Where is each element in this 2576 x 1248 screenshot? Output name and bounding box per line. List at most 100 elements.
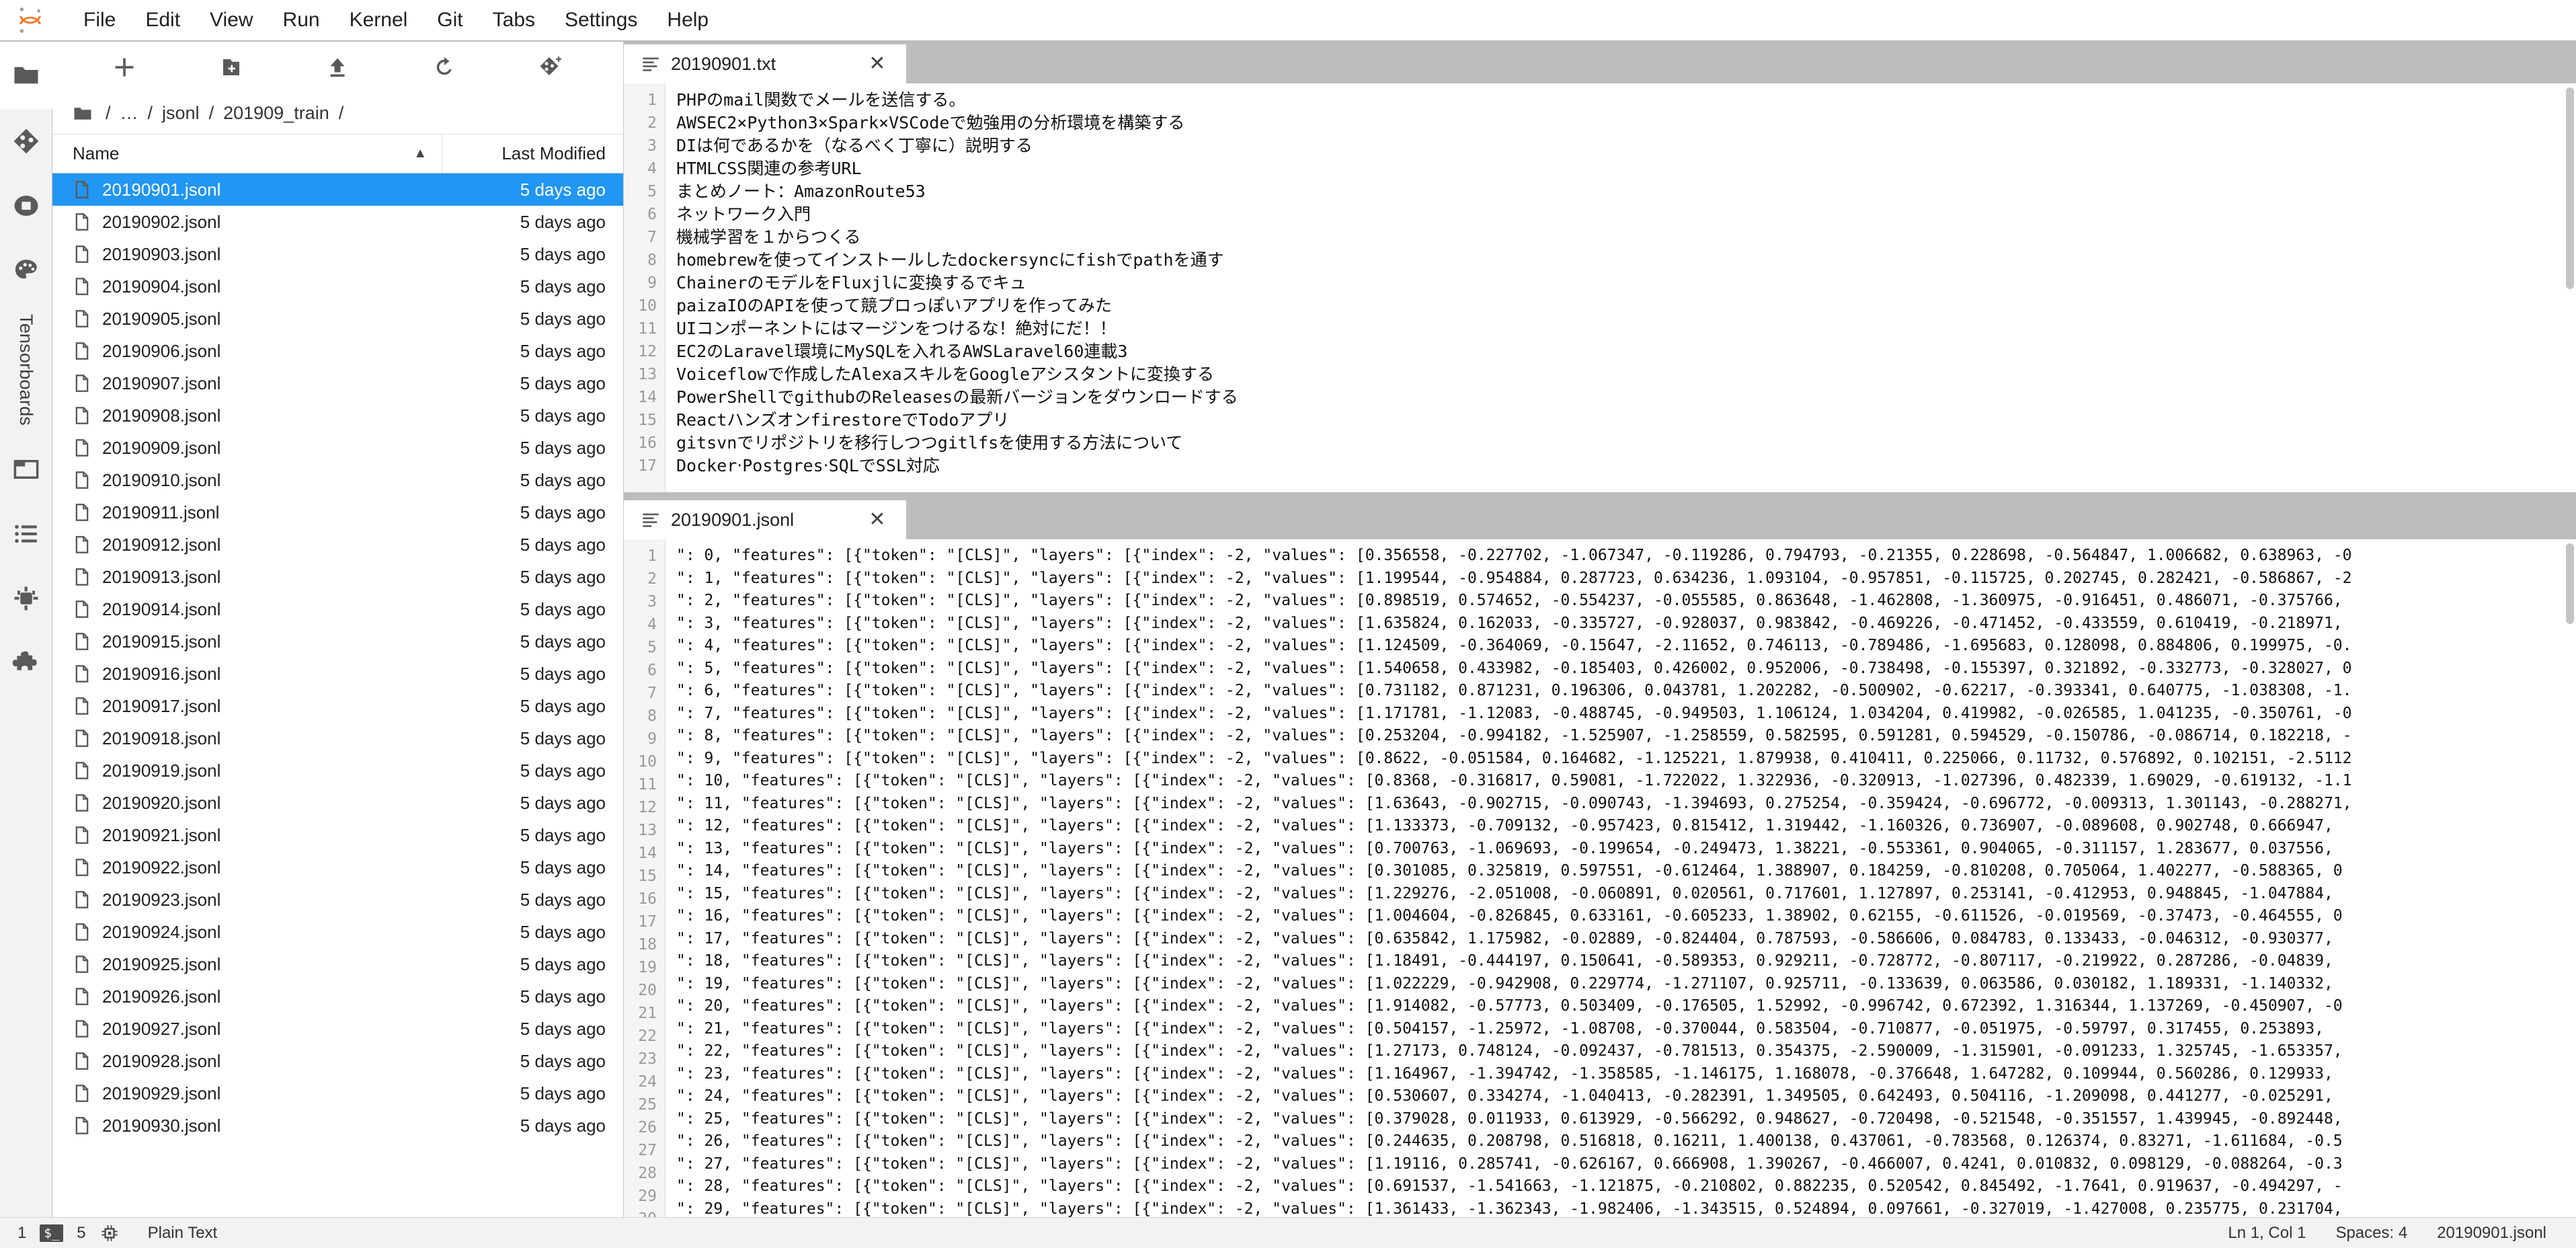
cursor-position[interactable]: Ln 1, Col 1 <box>2228 1224 2306 1243</box>
code-line[interactable]: 機械学習を１からつくる <box>676 226 2576 249</box>
code-line[interactable]: ": 16, "features": [{"token": "[CLS]", "… <box>676 905 2576 928</box>
refresh-button[interactable] <box>391 45 498 89</box>
code-line[interactable]: ": 15, "features": [{"token": "[CLS]", "… <box>676 883 2576 906</box>
code-line[interactable]: homebrewを使ってインストールしたdockersyncにfishでpath… <box>676 249 2576 272</box>
file-list-item[interactable]: 20190925.jsonl 5 days ago <box>52 948 623 980</box>
code-line[interactable]: ": 20, "features": [{"token": "[CLS]", "… <box>676 995 2576 1018</box>
code-content-jsonl[interactable]: ": 0, "features": [{"token": "[CLS]", "l… <box>666 539 2576 1217</box>
new-git-clone-button[interactable] <box>497 45 604 89</box>
file-list-item[interactable]: 20190901.jsonl 5 days ago <box>52 173 623 206</box>
scrollbar-thumb[interactable] <box>2566 87 2574 289</box>
new-launcher-button[interactable] <box>71 45 178 89</box>
menu-tabs[interactable]: Tabs <box>478 0 550 40</box>
pane-splitter[interactable] <box>624 492 2576 498</box>
code-line[interactable]: AWSEC2×Python3×Spark×VSCodeで勉強用の分析環境を構築す… <box>676 112 2576 134</box>
code-line[interactable]: HTMLCSS関連の参考URL <box>676 157 2576 180</box>
code-line[interactable]: ": 3, "features": [{"token": "[CLS]", "l… <box>676 613 2576 635</box>
file-list-item[interactable]: 20190910.jsonl 5 days ago <box>52 464 623 496</box>
code-line[interactable]: ReactハンズオンfirestoreでTodoアプリ <box>676 409 2576 432</box>
code-line[interactable]: ": 23, "features": [{"token": "[CLS]", "… <box>676 1063 2576 1086</box>
file-list-item[interactable]: 20190909.jsonl 5 days ago <box>52 432 623 464</box>
code-line[interactable]: まとめノート：AmazonRoute53 <box>676 180 2576 203</box>
code-line[interactable]: PowerShellでgithubのReleasesの最新バージョンをダウンロー… <box>676 386 2576 409</box>
code-line[interactable]: ": 12, "features": [{"token": "[CLS]", "… <box>676 815 2576 838</box>
menu-kernel[interactable]: Kernel <box>335 0 423 40</box>
vertical-scrollbar-top[interactable] <box>2564 83 2576 492</box>
file-list-item[interactable]: 20190926.jsonl 5 days ago <box>52 980 623 1013</box>
code-line[interactable]: ": 19, "features": [{"token": "[CLS]", "… <box>676 973 2576 996</box>
code-line[interactable]: paizaIOのAPIを使って競プロっぽいアプリを作ってみた <box>676 295 2576 317</box>
code-line[interactable]: ": 17, "features": [{"token": "[CLS]", "… <box>676 928 2576 951</box>
upload-button[interactable] <box>284 45 391 89</box>
sidebar-item-git[interactable] <box>0 109 52 173</box>
code-line[interactable]: ": 5, "features": [{"token": "[CLS]", "l… <box>676 658 2576 680</box>
code-line[interactable]: ": 1, "features": [{"token": "[CLS]", "l… <box>676 568 2576 590</box>
code-line[interactable]: DIは何であるかを（なるべく丁寧に）説明する <box>676 134 2576 157</box>
code-line[interactable]: ": 0, "features": [{"token": "[CLS]", "l… <box>676 545 2576 568</box>
file-list-item[interactable]: 20190917.jsonl 5 days ago <box>52 690 623 722</box>
file-list-item[interactable]: 20190903.jsonl 5 days ago <box>52 238 623 270</box>
file-list-item[interactable]: 20190923.jsonl 5 days ago <box>52 884 623 916</box>
code-line[interactable]: ": 14, "features": [{"token": "[CLS]", "… <box>676 860 2576 883</box>
file-list-item[interactable]: 20190930.jsonl 5 days ago <box>52 1109 623 1142</box>
terminal-icon[interactable]: $_ <box>40 1224 64 1242</box>
code-line[interactable]: ": 29, "features": [{"token": "[CLS]", "… <box>676 1198 2576 1218</box>
editor-mode[interactable]: Plain Text <box>148 1224 218 1243</box>
file-list-item[interactable]: 20190911.jsonl 5 days ago <box>52 496 623 529</box>
code-line[interactable]: ": 7, "features": [{"token": "[CLS]", "l… <box>676 703 2576 726</box>
code-line[interactable]: ": 18, "features": [{"token": "[CLS]", "… <box>676 950 2576 973</box>
code-line[interactable]: ": 24, "features": [{"token": "[CLS]", "… <box>676 1085 2576 1108</box>
text-editor-txt[interactable]: 1 2 3 4 5 6 7 8 9 10 11 12 13 14 15 16 17 PHPのmail関数でメール… <box>624 83 2576 492</box>
breadcrumb-root[interactable]: / <box>101 103 116 124</box>
file-list-item[interactable]: 20190919.jsonl 5 days ago <box>52 754 623 787</box>
code-line[interactable]: ": 9, "features": [{"token": "[CLS]", "l… <box>676 748 2576 771</box>
sidebar-item-extension-manager[interactable] <box>0 566 52 631</box>
code-line[interactable]: ": 8, "features": [{"token": "[CLS]", "l… <box>676 725 2576 748</box>
file-list-item[interactable]: 20190904.jsonl 5 days ago <box>52 270 623 303</box>
code-line[interactable]: ": 4, "features": [{"token": "[CLS]", "l… <box>676 635 2576 658</box>
code-line[interactable]: ": 27, "features": [{"token": "[CLS]", "… <box>676 1153 2576 1176</box>
file-list-item[interactable]: 20190908.jsonl 5 days ago <box>52 399 623 432</box>
tab-20190901-jsonl[interactable]: 20190901.jsonl ✕ <box>624 500 906 539</box>
code-line[interactable]: Voiceflowで作成したAlexaスキルをGoogleアシスタントに変換する <box>676 363 2576 386</box>
file-list-item[interactable]: 20190924.jsonl 5 days ago <box>52 916 623 948</box>
kernels-count[interactable]: 5 <box>77 1224 85 1243</box>
file-list-item[interactable]: 20190906.jsonl 5 days ago <box>52 335 623 367</box>
sidebar-item-file-browser[interactable] <box>0 42 52 109</box>
menu-settings[interactable]: Settings <box>550 0 652 40</box>
file-list-item[interactable]: 20190927.jsonl 5 days ago <box>52 1013 623 1045</box>
sidebar-item-plugins[interactable] <box>0 631 52 695</box>
menu-edit[interactable]: Edit <box>130 0 195 40</box>
menu-git[interactable]: Git <box>422 0 477 40</box>
new-folder-button[interactable] <box>178 45 285 89</box>
code-line[interactable]: UIコンポーネントにはマージンをつけるな！絶対にだ！！ <box>676 317 2576 340</box>
menu-help[interactable]: Help <box>652 0 723 40</box>
code-line[interactable]: ": 10, "features": [{"token": "[CLS]", "… <box>676 770 2576 793</box>
file-list-item[interactable]: 20190922.jsonl 5 days ago <box>52 851 623 884</box>
sidebar-item-property-inspector[interactable] <box>0 238 52 303</box>
text-editor-jsonl[interactable]: 1 2 3 4 5 6 7 8 9 10 11 12 13 14 15 16 17 18 19 20 21 22 23 24 2… <box>624 539 2576 1217</box>
code-line[interactable]: ": 11, "features": [{"token": "[CLS]", "… <box>676 793 2576 816</box>
code-line[interactable]: ChainerのモデルをFluxjlに変換するでキュ <box>676 272 2576 295</box>
sidebar-item-tensorboards[interactable]: Tensorboards <box>0 303 52 437</box>
file-list-item[interactable]: 20190907.jsonl 5 days ago <box>52 367 623 399</box>
file-list-item[interactable]: 20190915.jsonl 5 days ago <box>52 625 623 658</box>
vertical-scrollbar-bottom[interactable] <box>2564 539 2576 1217</box>
file-list-item[interactable]: 20190912.jsonl 5 days ago <box>52 529 623 561</box>
code-line[interactable]: PHPのmail関数でメールを送信する。 <box>676 89 2576 112</box>
code-line[interactable]: ネットワーク入門 <box>676 203 2576 226</box>
sidebar-item-table-of-contents[interactable] <box>0 502 52 566</box>
file-list-item[interactable]: 20190920.jsonl 5 days ago <box>52 787 623 819</box>
code-line[interactable]: EC2のLaravel環境にMySQLを入れるAWSLaravel60連載3 <box>676 340 2576 363</box>
code-line[interactable]: ": 6, "features": [{"token": "[CLS]", "l… <box>676 680 2576 703</box>
code-line[interactable]: ": 13, "features": [{"token": "[CLS]", "… <box>676 838 2576 861</box>
code-line[interactable]: ": 26, "features": [{"token": "[CLS]", "… <box>676 1130 2576 1153</box>
column-header-last-modified[interactable]: Last Modified <box>442 134 623 173</box>
code-line[interactable]: Docker‧Postgres‧SQLでSSL対応 <box>676 455 2576 477</box>
breadcrumb-201909-train[interactable]: 201909_train <box>218 103 334 124</box>
breadcrumb[interactable]: / … / jsonl / 201909_train / <box>52 93 623 134</box>
terminals-count[interactable]: 1 <box>17 1224 26 1243</box>
menu-run[interactable]: Run <box>268 0 335 40</box>
code-line[interactable]: ": 22, "features": [{"token": "[CLS]", "… <box>676 1040 2576 1063</box>
code-line[interactable]: ": 28, "features": [{"token": "[CLS]", "… <box>676 1175 2576 1198</box>
